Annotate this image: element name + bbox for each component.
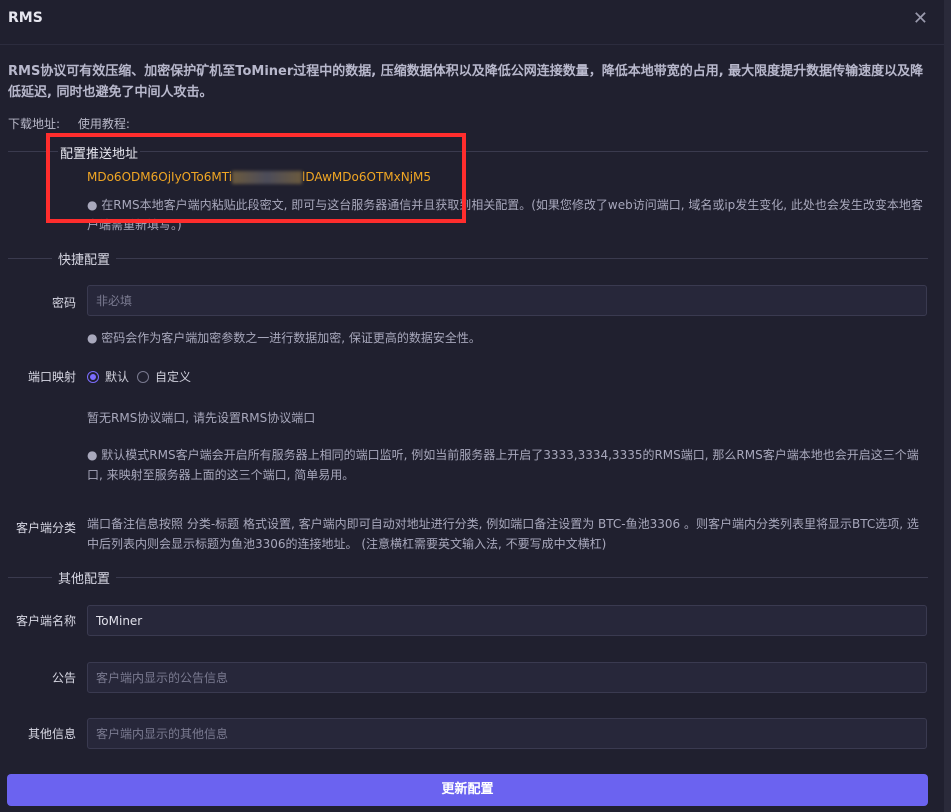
tutorial-link[interactable]: 使用教程: bbox=[78, 117, 130, 131]
other-info-label: 其他信息 bbox=[27, 727, 76, 741]
notice-label: 公告 bbox=[51, 671, 76, 685]
download-link[interactable]: 下载地址: bbox=[8, 117, 60, 131]
password-note: ● 密码会作为客户端加密参数之一进行数据加密, 保证更高的数据安全性。 bbox=[87, 331, 481, 345]
client-category-label: 客户端分类 bbox=[15, 521, 76, 535]
radio-custom[interactable] bbox=[137, 370, 150, 383]
modal-title: RMS bbox=[8, 10, 43, 26]
links-row: 下载地址: 使用教程: bbox=[8, 115, 144, 132]
rms-description: RMS协议可有效压缩、加密保护矿机至ToMiner过程中的数据, 压缩数据体积以… bbox=[8, 64, 924, 100]
port-mapping-label: 端口映射 bbox=[27, 370, 76, 384]
client-name-label: 客户端名称 bbox=[15, 614, 76, 628]
port-empty-text: 暂无RMS协议端口, 请先设置RMS协议端口 bbox=[87, 411, 316, 425]
divider bbox=[8, 577, 928, 578]
divider bbox=[8, 258, 928, 259]
port-mapping-radio-group: 默认 自定义 bbox=[87, 368, 191, 385]
radio-custom-label[interactable]: 自定义 bbox=[155, 368, 191, 385]
port-note: ● 默认模式RMS客户端会开启所有服务器上相同的端口监听, 例如当前服务器上开启… bbox=[87, 448, 919, 482]
modal-header: RMS ✕ bbox=[0, 0, 944, 45]
client-name-input[interactable] bbox=[87, 605, 927, 636]
other-config-title: 其他配置 bbox=[52, 568, 117, 587]
rms-modal: RMS ✕ RMS协议可有效压缩、加密保护矿机至ToMiner过程中的数据, 压… bbox=[0, 0, 944, 812]
close-icon[interactable]: ✕ bbox=[913, 8, 928, 29]
other-info-input[interactable] bbox=[87, 718, 927, 749]
notice-input[interactable] bbox=[87, 662, 927, 693]
password-input[interactable] bbox=[87, 285, 927, 316]
client-category-note: 端口备注信息按照 分类-标题 格式设置, 客户端内即可自动对地址进行分类, 例如… bbox=[87, 517, 919, 551]
quick-config-title: 快捷配置 bbox=[52, 249, 117, 268]
scrollbar[interactable] bbox=[944, 0, 951, 812]
radio-default[interactable] bbox=[87, 370, 99, 383]
update-config-button[interactable]: 更新配置 bbox=[7, 774, 928, 806]
radio-default-label[interactable]: 默认 bbox=[105, 368, 129, 385]
highlight-box bbox=[46, 133, 466, 223]
password-label: 密码 bbox=[51, 296, 76, 310]
